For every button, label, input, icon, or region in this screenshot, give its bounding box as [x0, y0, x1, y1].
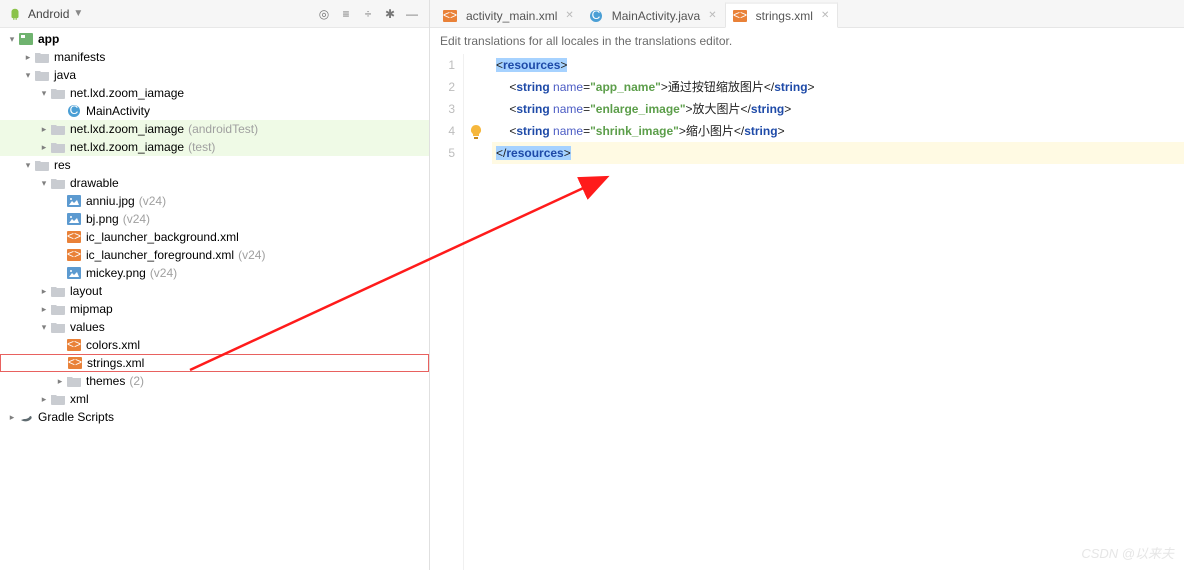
target-icon[interactable]: ◎ [315, 5, 333, 23]
chevron-down-icon[interactable]: ▼ [73, 8, 83, 19]
class-icon: C [588, 8, 604, 23]
image-icon [66, 194, 82, 209]
xml-icon: <> [67, 356, 83, 371]
svg-text:C: C [591, 9, 600, 22]
xml-icon: <> [66, 248, 82, 263]
tab-strings-xml[interactable]: <>strings.xml✕ [725, 2, 839, 28]
close-icon[interactable]: ✕ [708, 10, 716, 21]
svg-text:<>: <> [68, 357, 82, 369]
tab-activity-main[interactable]: <>activity_main.xml✕ [436, 3, 582, 27]
tree-node-drawable[interactable]: ▾drawable [0, 174, 429, 192]
tree-node-manifests[interactable]: ▸manifests [0, 48, 429, 66]
tree-node-mipmap[interactable]: ▸mipmap [0, 300, 429, 318]
collapse-icon[interactable]: ÷ [359, 5, 377, 23]
folder-icon [50, 284, 66, 299]
tree-node-file[interactable]: bj.png(v24) [0, 210, 429, 228]
svg-text:<>: <> [67, 231, 81, 243]
svg-text:<>: <> [733, 10, 747, 22]
view-mode-label[interactable]: Android [28, 7, 69, 21]
tree-node-strings-xml[interactable]: <>strings.xml [0, 354, 429, 372]
tree-node-values[interactable]: ▾values [0, 318, 429, 336]
project-panel-toolbar: Android ▼ ◎ ≡ ÷ ✱ — [0, 0, 429, 28]
close-icon[interactable]: ✕ [565, 10, 573, 21]
expand-icon[interactable]: ≡ [337, 5, 355, 23]
tab-mainactivity-java[interactable]: CMainActivity.java✕ [582, 3, 725, 27]
folder-icon [50, 122, 66, 137]
folder-icon [50, 302, 66, 317]
image-icon [66, 266, 82, 281]
folder-icon [34, 68, 50, 83]
module-icon [18, 32, 34, 47]
editor-margin [464, 54, 492, 570]
folder-icon [50, 140, 66, 155]
close-icon[interactable]: ✕ [821, 10, 829, 21]
folder-icon [34, 158, 50, 173]
gradle-icon [18, 410, 34, 425]
editor-tabs: <>activity_main.xml✕ CMainActivity.java✕… [430, 0, 1184, 28]
tree-node-package-test[interactable]: ▸net.lxd.zoom_iamage(test) [0, 138, 429, 156]
tree-node-gradle[interactable]: ▸Gradle Scripts [0, 408, 429, 426]
project-panel: Android ▼ ◎ ≡ ÷ ✱ — ▾app ▸manifests ▾jav… [0, 0, 430, 570]
gear-icon[interactable]: ✱ [381, 5, 399, 23]
tree-node-app[interactable]: ▾app [0, 30, 429, 48]
svg-text:C: C [70, 104, 79, 117]
svg-text:<>: <> [67, 339, 81, 351]
tree-node-layout[interactable]: ▸layout [0, 282, 429, 300]
svg-text:<>: <> [67, 249, 81, 261]
xml-icon: <> [66, 338, 82, 353]
xml-icon: <> [732, 8, 748, 23]
class-icon: C [66, 104, 82, 119]
folder-icon [50, 392, 66, 407]
translations-banner[interactable]: Edit translations for all locales in the… [430, 28, 1184, 54]
tree-node-file[interactable]: anniu.jpg(v24) [0, 192, 429, 210]
folder-icon [50, 320, 66, 335]
svg-text:<>: <> [443, 10, 457, 22]
code-editor[interactable]: 12345 <resources> <string name="app_name… [430, 54, 1184, 570]
tree-node-package[interactable]: ▾net.lxd.zoom_iamage [0, 84, 429, 102]
folder-icon [66, 374, 82, 389]
tree-node-file[interactable]: <>ic_launcher_background.xml [0, 228, 429, 246]
code-area[interactable]: <resources> <string name="app_name">通过按钮… [492, 54, 1184, 570]
folder-icon [50, 176, 66, 191]
image-icon [66, 212, 82, 227]
tree-node-themes[interactable]: ▸themes(2) [0, 372, 429, 390]
folder-icon [34, 50, 50, 65]
xml-icon: <> [442, 8, 458, 23]
project-tree[interactable]: ▾app ▸manifests ▾java ▾net.lxd.zoom_iama… [0, 28, 429, 570]
xml-icon: <> [66, 230, 82, 245]
android-icon [8, 7, 22, 21]
tree-node-res[interactable]: ▾res [0, 156, 429, 174]
line-gutter: 12345 [430, 54, 464, 570]
tree-node-file[interactable]: <>colors.xml [0, 336, 429, 354]
folder-icon [50, 86, 66, 101]
tree-node-mainactivity[interactable]: CMainActivity [0, 102, 429, 120]
hide-icon[interactable]: — [403, 5, 421, 23]
tree-node-xml[interactable]: ▸xml [0, 390, 429, 408]
tree-node-file[interactable]: mickey.png(v24) [0, 264, 429, 282]
tree-node-file[interactable]: <>ic_launcher_foreground.xml(v24) [0, 246, 429, 264]
tree-node-package-test[interactable]: ▸net.lxd.zoom_iamage(androidTest) [0, 120, 429, 138]
lightbulb-icon[interactable] [468, 124, 484, 140]
current-line-highlight [492, 142, 1184, 164]
tree-node-java[interactable]: ▾java [0, 66, 429, 84]
editor-panel: <>activity_main.xml✕ CMainActivity.java✕… [430, 0, 1184, 570]
